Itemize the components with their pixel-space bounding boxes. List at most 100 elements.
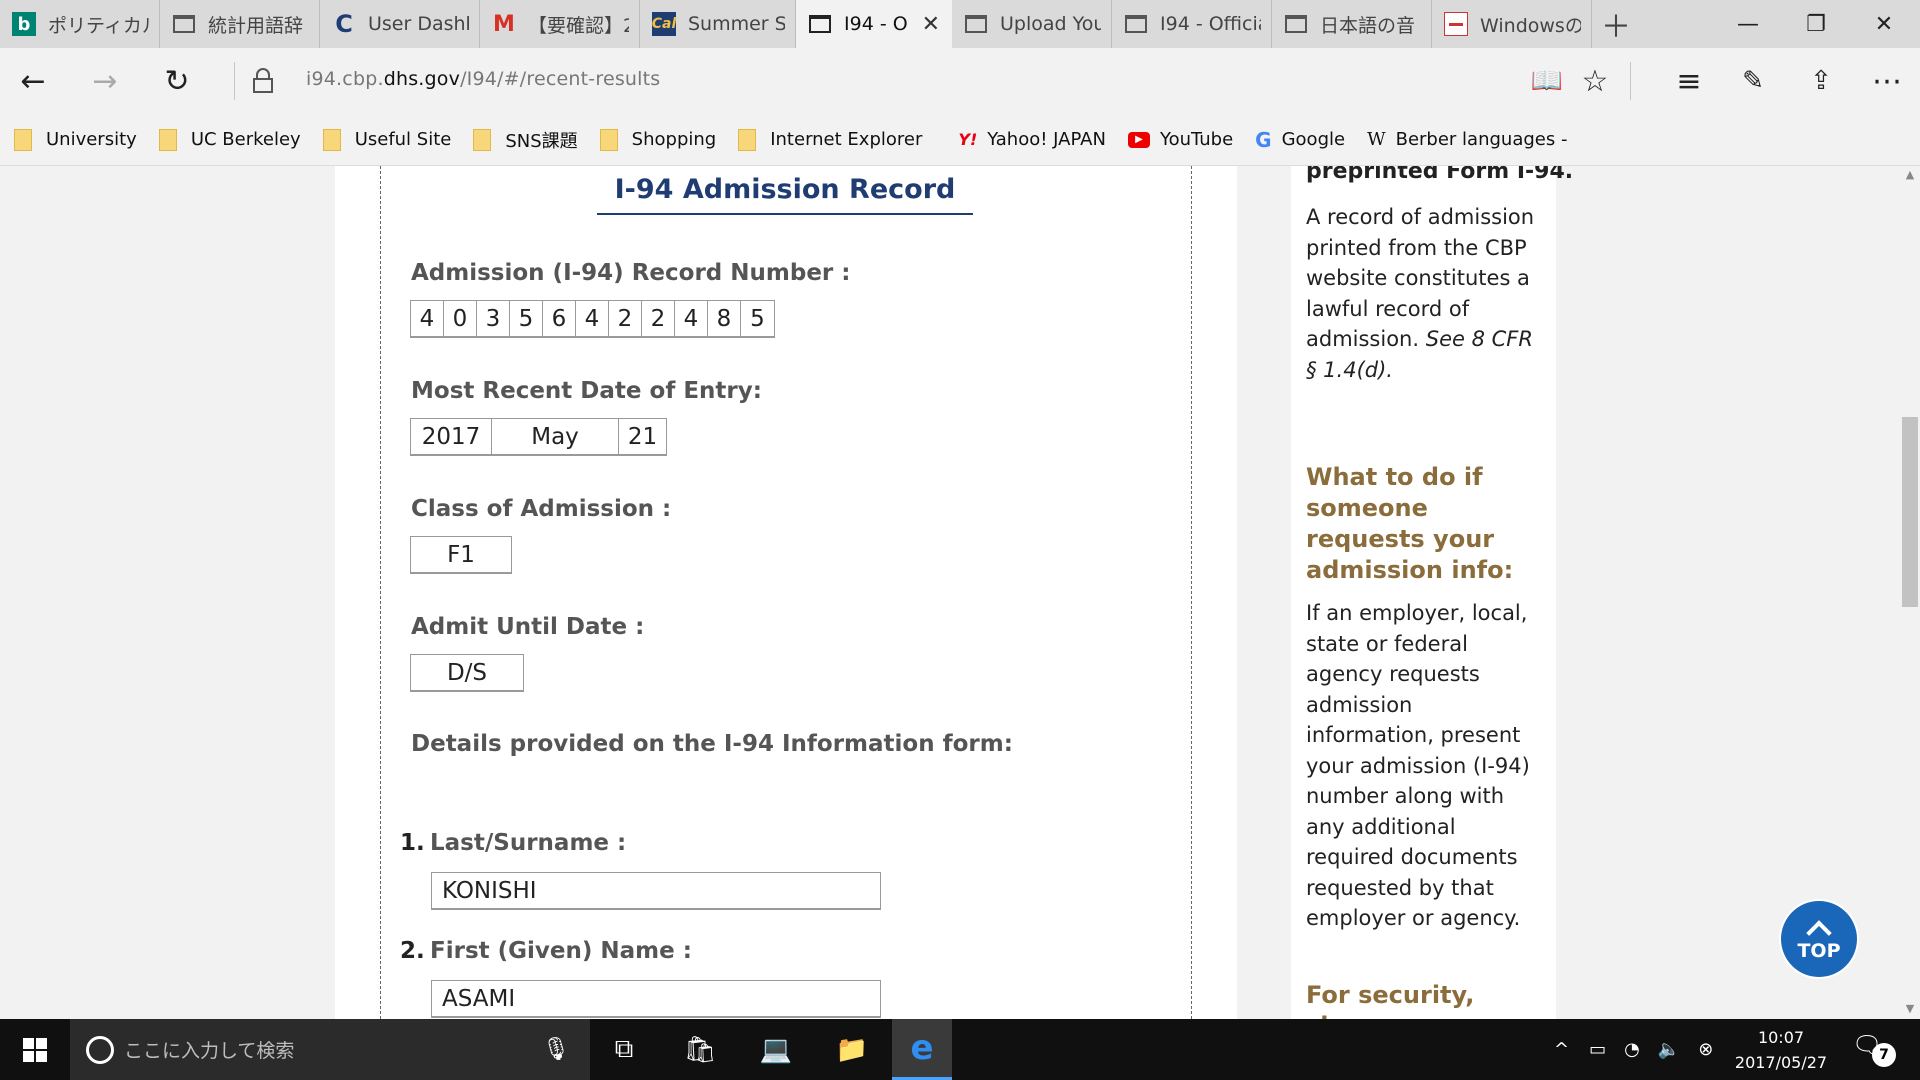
admit-until-box: D/S bbox=[410, 654, 524, 692]
refresh-button[interactable]: ↻ bbox=[152, 56, 202, 106]
back-to-top-button[interactable]: TOP bbox=[1781, 901, 1857, 977]
tab-upload[interactable]: Upload You bbox=[952, 0, 1112, 48]
sidebar-heading-3: For security, close bbox=[1306, 981, 1475, 1019]
folder-icon bbox=[473, 128, 492, 151]
tab-user-dashboard[interactable]: C User Dashb bbox=[320, 0, 480, 48]
favorite-sns[interactable]: SNS課題 bbox=[473, 127, 578, 153]
minimize-button[interactable]: — bbox=[1716, 0, 1780, 48]
page-viewport: I-94 Admission Record Admission (I-94) R… bbox=[0, 166, 1920, 1019]
youtube-icon: ▶ bbox=[1127, 131, 1150, 148]
file-explorer-button[interactable]: 📁 bbox=[822, 1019, 882, 1080]
tab-i94-active[interactable]: I94 - O ✕ bbox=[796, 0, 952, 48]
microphone-icon[interactable]: 🎙 bbox=[542, 1037, 570, 1062]
digit-box: 6 bbox=[543, 301, 576, 336]
favorite-google[interactable]: G Google bbox=[1255, 128, 1345, 152]
admit-until-value: D/S bbox=[446, 659, 488, 686]
web-note-button[interactable]: ✎ bbox=[1728, 56, 1778, 106]
start-button[interactable] bbox=[0, 1019, 70, 1080]
record-number-label: Admission (I-94) Record Number : bbox=[411, 260, 851, 286]
favorite-uc-berkeley[interactable]: UC Berkeley bbox=[158, 128, 301, 151]
tab-windows[interactable]: Windowsの bbox=[1432, 0, 1592, 48]
clock[interactable]: 10:07 2017/05/27 bbox=[1726, 1025, 1836, 1075]
details-label: Details provided on the I-94 Information… bbox=[411, 731, 1013, 757]
given-name-field: ASAMI bbox=[431, 980, 881, 1018]
digit-box: 0 bbox=[444, 301, 477, 336]
forward-button[interactable]: → bbox=[80, 56, 130, 106]
tab-gmail[interactable]: M 【要確認】20 bbox=[480, 0, 640, 48]
restore-icon: ❐ bbox=[1806, 11, 1826, 37]
page-title: I-94 Admission Record bbox=[597, 174, 973, 215]
favorite-internet-explorer[interactable]: Internet Explorer bbox=[738, 128, 922, 151]
action-center-button[interactable]: 🗨 7 bbox=[1852, 1031, 1896, 1067]
pen-icon: ✎ bbox=[1742, 66, 1764, 96]
digit-box: 5 bbox=[510, 301, 543, 336]
digit-box: 2 bbox=[609, 301, 642, 336]
task-view-icon: ⧉ bbox=[614, 1034, 634, 1064]
close-circle-icon[interactable]: ⊗ bbox=[1698, 1039, 1713, 1060]
restore-button[interactable]: ❐ bbox=[1784, 0, 1848, 48]
chevron-up-icon[interactable]: ^ bbox=[1554, 1039, 1569, 1060]
entry-year: 2017 bbox=[411, 419, 492, 454]
favorite-useful-site[interactable]: Useful Site bbox=[322, 128, 451, 151]
admit-until-label: Admit Until Date : bbox=[411, 614, 645, 640]
favorite-berber[interactable]: W Berber languages - bbox=[1367, 129, 1567, 150]
tab-politics[interactable]: b ポリティカル! bbox=[0, 0, 160, 48]
new-tab-button[interactable]: ＋ bbox=[1592, 0, 1640, 48]
close-icon[interactable]: ✕ bbox=[922, 12, 940, 37]
reading-view-button[interactable]: 📖 bbox=[1522, 56, 1572, 106]
tab-summer-session[interactable]: Cal Summer Se bbox=[640, 0, 796, 48]
lock-icon bbox=[253, 68, 273, 93]
taskbar-search[interactable]: ここに入力して検索 🎙 bbox=[70, 1019, 590, 1080]
sidebar-paragraph-1: A record of admission printed from the C… bbox=[1306, 205, 1535, 382]
page-icon bbox=[964, 12, 988, 36]
favorite-yahoo[interactable]: Y! Yahoo! JAPAN bbox=[958, 129, 1106, 150]
tab-japanese-sounds[interactable]: 日本語の音 bbox=[1272, 0, 1432, 48]
yahoo-icon: Y! bbox=[958, 130, 978, 149]
volume-icon[interactable]: 🔈 bbox=[1658, 1039, 1680, 1060]
favorite-university[interactable]: University bbox=[14, 128, 137, 151]
scroll-up-icon[interactable]: ▲ bbox=[1900, 168, 1920, 184]
favorite-youtube[interactable]: ▶ YouTube bbox=[1127, 129, 1233, 150]
given-name-label: 2. First (Given) Name : bbox=[400, 938, 692, 964]
tab-i94-official[interactable]: I94 - Officia bbox=[1112, 0, 1272, 48]
more-button[interactable]: ⋯ bbox=[1862, 56, 1912, 106]
close-window-button[interactable]: ✕ bbox=[1852, 0, 1916, 48]
battery-icon[interactable]: ▭ bbox=[1589, 1039, 1606, 1060]
folder-icon bbox=[738, 128, 757, 151]
book-icon: 📖 bbox=[1530, 66, 1564, 96]
entry-date-label: Most Recent Date of Entry: bbox=[411, 378, 762, 404]
scroll-down-icon[interactable]: ▼ bbox=[1900, 1002, 1920, 1018]
digit-box: 4 bbox=[675, 301, 708, 336]
wikipedia-icon: W bbox=[1367, 129, 1386, 150]
taskbar: ここに入力して検索 🎙 ⧉ 🛍 💻 📁 e ^ ▭ ◔ 🔈 ⊗ 10:07 20… bbox=[0, 1019, 1920, 1080]
back-button[interactable]: ← bbox=[8, 56, 58, 106]
refresh-icon: ↻ bbox=[164, 63, 190, 99]
scrollbar-thumb[interactable] bbox=[1902, 417, 1918, 607]
star-icon: ☆ bbox=[1581, 63, 1609, 99]
hub-icon: ≡ bbox=[1676, 63, 1702, 99]
c-icon: C bbox=[335, 10, 353, 38]
class-of-admission-value: F1 bbox=[447, 541, 475, 568]
address-bar[interactable]: i94.cbp.dhs.gov/I94/#/recent-results bbox=[306, 68, 660, 90]
folder-icon bbox=[322, 128, 341, 151]
divider bbox=[1630, 62, 1631, 100]
digit-box: 2 bbox=[642, 301, 675, 336]
store-button[interactable]: 🛍 bbox=[670, 1019, 730, 1080]
edge-button[interactable]: e bbox=[892, 1019, 952, 1080]
app-button[interactable]: 💻 bbox=[746, 1019, 806, 1080]
bing-icon: b bbox=[12, 12, 36, 36]
entry-month: May bbox=[492, 419, 619, 454]
favorite-shopping[interactable]: Shopping bbox=[599, 128, 716, 151]
task-view-button[interactable]: ⧉ bbox=[594, 1019, 654, 1080]
favorite-button[interactable]: ☆ bbox=[1570, 56, 1620, 106]
folder-icon bbox=[14, 128, 32, 151]
share-button[interactable]: ⇪ bbox=[1796, 56, 1846, 106]
wifi-icon[interactable]: ◔ bbox=[1624, 1039, 1640, 1060]
hub-button[interactable]: ≡ bbox=[1664, 56, 1714, 106]
navigation-bar: ← → ↻ i94.cbp.dhs.gov/I94/#/recent-resul… bbox=[0, 48, 1920, 114]
folder-icon bbox=[158, 128, 177, 151]
more-icon: ⋯ bbox=[1872, 63, 1902, 99]
folder-icon bbox=[599, 128, 618, 151]
class-of-admission-label: Class of Admission : bbox=[411, 496, 672, 522]
tab-statistics[interactable]: 統計用語辞 bbox=[160, 0, 320, 48]
